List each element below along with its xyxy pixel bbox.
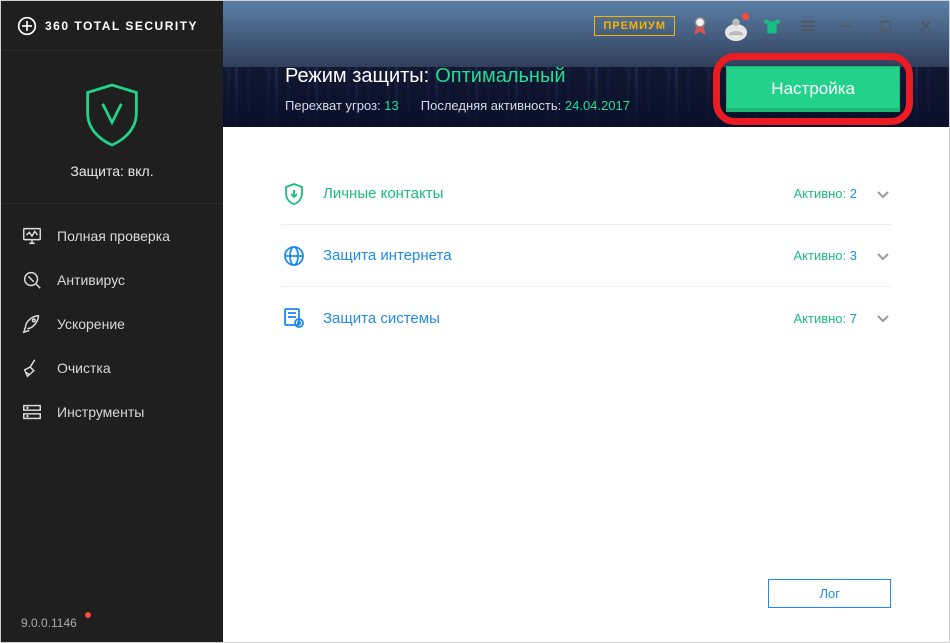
- medal-icon[interactable]: [689, 15, 711, 37]
- section-count: 2: [850, 186, 857, 201]
- settings-button[interactable]: Настройка: [726, 66, 900, 112]
- section-status-label: Активно:: [793, 248, 846, 263]
- sidebar-item-speedup[interactable]: Ускорение: [1, 302, 223, 346]
- protection-status-label: Защита: вкл.: [1, 163, 223, 179]
- log-button[interactable]: Лог: [768, 579, 891, 608]
- settings-highlight: Настройка: [713, 53, 913, 125]
- section-status-label: Активно:: [793, 186, 846, 201]
- sidebar-item-full-scan[interactable]: Полная проверка: [1, 214, 223, 258]
- rocket-icon: [21, 313, 43, 335]
- threats-value: 13: [384, 98, 398, 113]
- close-button[interactable]: [913, 13, 939, 39]
- section-count: 7: [850, 311, 857, 326]
- threats-label: Перехват угроз:: [285, 98, 381, 113]
- sidebar: 360 TOTAL SECURITY Защита: вкл.: [1, 1, 223, 642]
- sidebar-item-cleanup[interactable]: Очистка: [1, 346, 223, 390]
- broom-icon: [21, 357, 43, 379]
- section-status-label: Активно:: [793, 311, 846, 326]
- section-label: Защита системы: [323, 310, 793, 327]
- section-label: Защита интернета: [323, 247, 793, 264]
- sidebar-item-label: Ускорение: [57, 316, 125, 332]
- version-label: 9.0.0.1146: [1, 604, 223, 642]
- sidebar-item-label: Антивирус: [57, 272, 125, 288]
- section-count: 3: [850, 248, 857, 263]
- antivirus-icon: [21, 269, 43, 291]
- tools-icon: [21, 401, 43, 423]
- notification-dot-icon: [742, 13, 749, 20]
- logo-row: 360 TOTAL SECURITY: [1, 1, 223, 51]
- sidebar-item-label: Полная проверка: [57, 228, 170, 244]
- section-internet-protection[interactable]: Защита интернета Активно: 3: [281, 225, 891, 287]
- sidebar-item-tools[interactable]: Инструменты: [1, 390, 223, 434]
- globe-icon: [281, 243, 307, 269]
- premium-badge[interactable]: ПРЕМИУМ: [594, 16, 675, 36]
- content-pane: ПРЕМИУМ: [223, 1, 949, 642]
- sidebar-item-antivirus[interactable]: Антивирус: [1, 258, 223, 302]
- activity-value: 24.04.2017: [565, 98, 630, 113]
- topbar: ПРЕМИУМ: [223, 1, 949, 51]
- app-title: 360 TOTAL SECURITY: [45, 19, 198, 33]
- sidebar-item-label: Инструменты: [57, 404, 144, 420]
- avatar-icon[interactable]: [725, 15, 747, 37]
- section-label: Личные контакты: [323, 185, 793, 202]
- chevron-down-icon: [875, 186, 891, 202]
- shield-icon: [82, 81, 142, 149]
- activity-label: Последняя активность:: [421, 98, 562, 113]
- tshirt-icon[interactable]: [761, 15, 783, 37]
- logo-icon: [17, 16, 37, 36]
- protection-status-block[interactable]: Защита: вкл.: [1, 51, 223, 204]
- chevron-down-icon: [875, 248, 891, 264]
- minimize-button[interactable]: [833, 13, 859, 39]
- menu-icon[interactable]: [797, 15, 819, 37]
- mode-label: Режим защиты:: [285, 65, 429, 88]
- main-area: Личные контакты Активно: 2 Защи: [223, 127, 949, 642]
- sidebar-item-label: Очистка: [57, 360, 111, 376]
- chevron-down-icon: [875, 310, 891, 326]
- section-system-protection[interactable]: Защита системы Активно: 7: [281, 287, 891, 349]
- mode-value: Оптимальный: [435, 65, 565, 88]
- monitor-icon: [21, 225, 43, 247]
- update-dot-icon: [85, 612, 91, 618]
- sidebar-nav: Полная проверка Антивирус: [1, 204, 223, 604]
- maximize-button[interactable]: [873, 13, 899, 39]
- shield-down-icon: [281, 181, 307, 207]
- system-gear-icon: [281, 305, 307, 331]
- banner-info: Режим защиты: Оптимальный Перехват угроз…: [285, 65, 630, 113]
- section-personal-contacts[interactable]: Личные контакты Активно: 2: [281, 163, 891, 225]
